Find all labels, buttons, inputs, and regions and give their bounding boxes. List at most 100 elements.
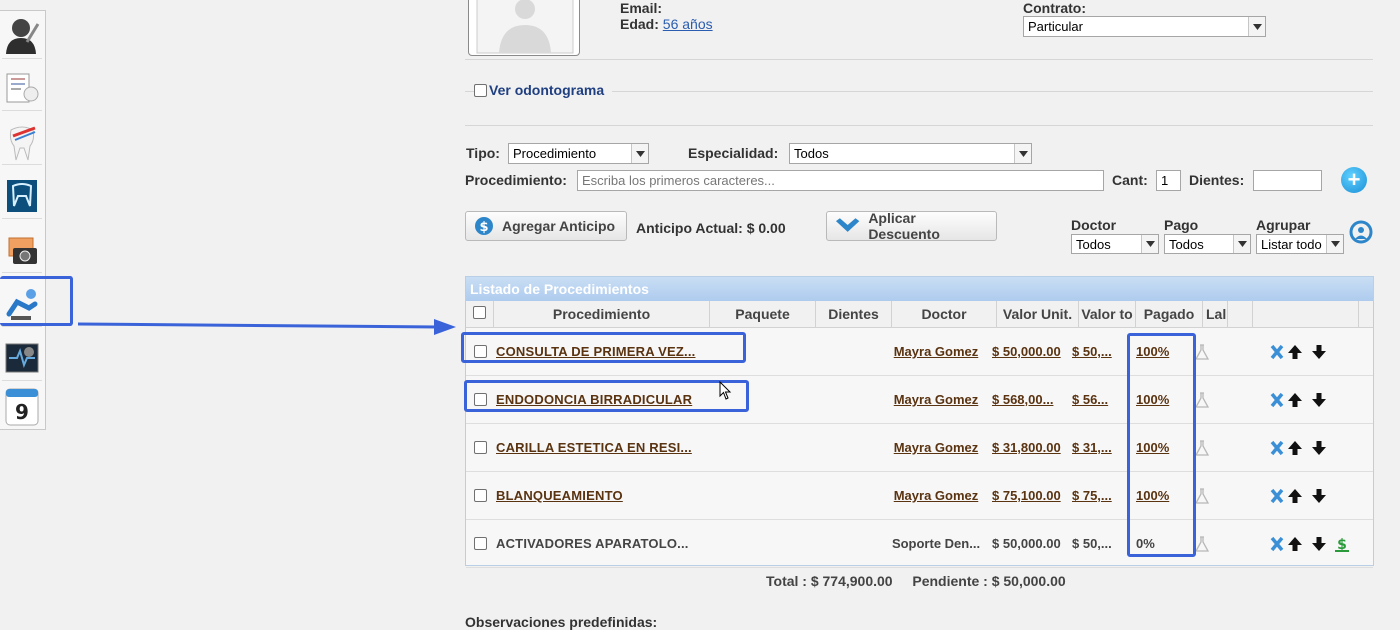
doctor-link[interactable]: Soporte Den...	[892, 536, 980, 551]
lab-flask-icon[interactable]	[1195, 391, 1209, 408]
dental-chair-icon[interactable]	[2, 281, 42, 327]
table-row[interactable]: CONSULTA DE PRIMERA VEZ... Mayra Gomez $…	[466, 328, 1373, 376]
row-checkbox[interactable]	[474, 441, 487, 454]
clinical-history-icon[interactable]	[2, 65, 42, 111]
doctor-icon[interactable]	[2, 13, 42, 59]
odontogram-toggle[interactable]: Ver odontograma	[474, 82, 604, 98]
divider	[612, 91, 1373, 92]
procedimiento-search-input[interactable]: Escriba los primeros caracteres...	[577, 170, 1104, 191]
calendar-icon[interactable]: 9	[2, 383, 42, 429]
tooth-icon[interactable]	[2, 119, 42, 165]
arrow-up-icon[interactable]	[1287, 488, 1303, 504]
tipo-select[interactable]: Procedimiento	[508, 143, 649, 164]
total-value-link[interactable]: $ 56...	[1072, 392, 1108, 407]
delete-x-icon[interactable]	[1270, 392, 1284, 408]
arrow-down-icon[interactable]	[1311, 536, 1327, 552]
total-value-link[interactable]: $ 50,...	[1072, 344, 1112, 359]
payment-filter-value: Todos	[1169, 237, 1204, 252]
camera-photos-icon[interactable]	[2, 227, 42, 273]
procedure-name-link[interactable]: CONSULTA DE PRIMERA VEZ...	[496, 344, 695, 359]
especialidad-select[interactable]: Todos	[789, 143, 1032, 164]
total-value-link[interactable]: $ 50,...	[1072, 536, 1112, 551]
total-value-cell: $ 50,...	[1072, 520, 1128, 567]
header-valor-total[interactable]: Valor to	[1079, 301, 1136, 328]
table-row[interactable]: ACTIVADORES APARATOLO... Soporte Den... …	[466, 520, 1373, 568]
xray-icon[interactable]	[2, 173, 42, 219]
unit-value-link[interactable]: $ 50,000.00	[992, 536, 1061, 551]
table-row[interactable]: BLANQUEAMIENTO Mayra Gomez $ 75,100.00 $…	[466, 472, 1373, 520]
row-actions	[1270, 376, 1370, 423]
procedure-name-link[interactable]: ENDODONCIA BIRRADICULAR	[496, 392, 692, 407]
add-procedure-button[interactable]: +	[1341, 167, 1367, 193]
select-all-checkbox[interactable]	[473, 306, 486, 319]
unit-value-link[interactable]: $ 31,800.00	[992, 440, 1061, 455]
odontogram-checkbox[interactable]	[474, 83, 487, 97]
header-procedimiento[interactable]: Procedimiento	[494, 301, 710, 328]
lab-flask-icon[interactable]	[1195, 535, 1209, 552]
row-checkbox-cell	[474, 376, 494, 423]
email-label: Email:	[620, 0, 663, 16]
unit-value-link[interactable]: $ 75,100.00	[992, 488, 1061, 503]
delete-x-icon[interactable]	[1270, 536, 1284, 552]
header-pagado[interactable]: Pagado	[1136, 301, 1203, 328]
group-filter-value: Listar todo	[1261, 237, 1322, 252]
payment-filter-select[interactable]: Todos	[1164, 234, 1251, 254]
delete-x-icon[interactable]	[1270, 440, 1284, 456]
lab-flask-icon[interactable]	[1195, 439, 1209, 456]
row-checkbox[interactable]	[474, 345, 487, 358]
dientes-input[interactable]	[1253, 170, 1322, 191]
monitor-scan-icon[interactable]	[2, 335, 42, 381]
group-filter-select[interactable]: Listar todo	[1256, 234, 1344, 254]
doctor-link[interactable]: Mayra Gomez	[894, 440, 979, 455]
table-row[interactable]: CARILLA ESTETICA EN RESI... Mayra Gomez …	[466, 424, 1373, 472]
cash-icon[interactable]: $	[1335, 536, 1349, 552]
arrow-down-icon[interactable]	[1311, 440, 1327, 456]
doctor-link[interactable]: Mayra Gomez	[894, 344, 979, 359]
arrow-up-icon[interactable]	[1287, 392, 1303, 408]
header-paquete[interactable]: Paquete	[710, 301, 816, 328]
paid-link[interactable]: 100%	[1136, 344, 1169, 359]
arrow-down-icon[interactable]	[1311, 392, 1327, 408]
doctor-cell: Mayra Gomez	[888, 424, 984, 471]
paid-link[interactable]: 100%	[1136, 440, 1169, 455]
refresh-icon[interactable]	[1349, 220, 1373, 247]
header-dientes[interactable]: Dientes	[816, 301, 892, 328]
doctor-link[interactable]: Mayra Gomez	[894, 488, 979, 503]
procedure-name-link[interactable]: CARILLA ESTETICA EN RESI...	[496, 440, 692, 455]
paid-cell: 100%	[1136, 328, 1172, 375]
doctor-filter-select[interactable]: Todos	[1071, 234, 1159, 254]
arrow-up-icon[interactable]	[1287, 536, 1303, 552]
delete-x-icon[interactable]	[1270, 488, 1284, 504]
header-lab[interactable]: Lal	[1203, 301, 1228, 328]
paid-link[interactable]: 100%	[1136, 488, 1169, 503]
procedure-name-cell: CARILLA ESTETICA EN RESI...	[496, 424, 710, 471]
lab-cell	[1191, 376, 1213, 423]
total-value-link[interactable]: $ 31,...	[1072, 440, 1112, 455]
table-row[interactable]: ENDODONCIA BIRRADICULAR Mayra Gomez $ 56…	[466, 376, 1373, 424]
row-checkbox[interactable]	[474, 393, 487, 406]
age-link[interactable]: 56 años	[663, 16, 713, 32]
procedure-name-link[interactable]: ACTIVADORES APARATOLO...	[496, 536, 689, 551]
header-valor-unit[interactable]: Valor Unit.	[997, 301, 1079, 328]
lab-flask-icon[interactable]	[1195, 343, 1209, 360]
arrow-up-icon[interactable]	[1287, 440, 1303, 456]
doctor-link[interactable]: Mayra Gomez	[894, 392, 979, 407]
row-checkbox[interactable]	[474, 537, 487, 550]
unit-value-link[interactable]: $ 50,000.00	[992, 344, 1061, 359]
delete-x-icon[interactable]	[1270, 344, 1284, 360]
procedure-name-link[interactable]: BLANQUEAMIENTO	[496, 488, 623, 503]
total-value-link[interactable]: $ 75,...	[1072, 488, 1112, 503]
unit-value-link[interactable]: $ 568,00...	[992, 392, 1053, 407]
paid-link[interactable]: 0%	[1136, 536, 1155, 551]
apply-discount-button[interactable]: Aplicar Descuento	[826, 210, 997, 242]
paid-link[interactable]: 100%	[1136, 392, 1169, 407]
arrow-up-icon[interactable]	[1287, 344, 1303, 360]
arrow-down-icon[interactable]	[1311, 488, 1327, 504]
add-advance-button[interactable]: $ Agregar Anticipo	[465, 211, 627, 241]
header-doctor[interactable]: Doctor	[892, 301, 997, 328]
row-checkbox[interactable]	[474, 489, 487, 502]
arrow-down-icon[interactable]	[1311, 344, 1327, 360]
lab-flask-icon[interactable]	[1195, 487, 1209, 504]
cant-input[interactable]: 1	[1156, 170, 1181, 191]
contract-select[interactable]: Particular	[1023, 16, 1266, 37]
